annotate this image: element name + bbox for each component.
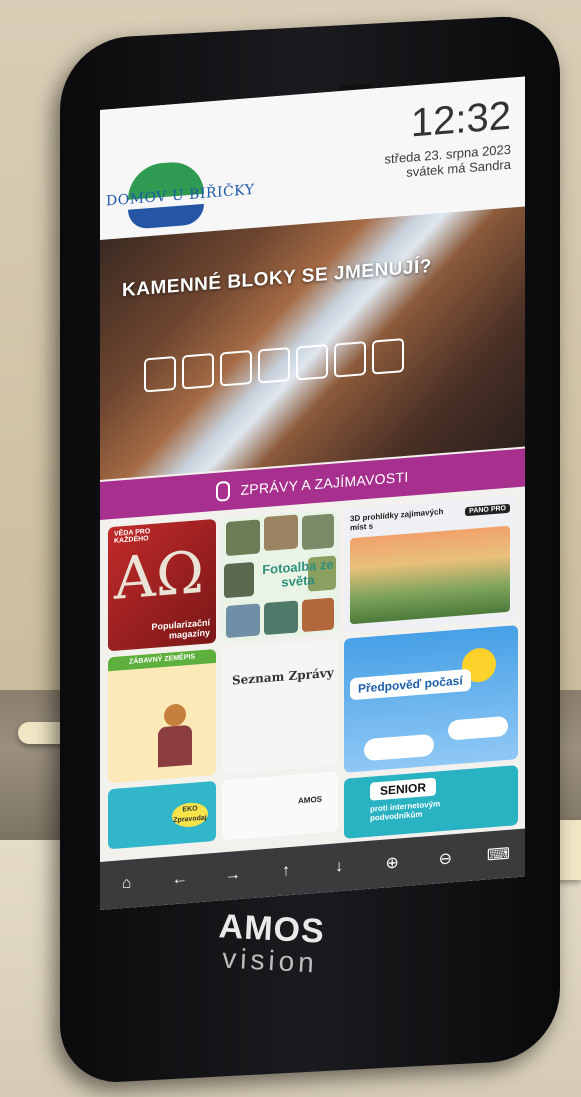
tile-label: Popularizační magazíny [151,617,210,641]
tile-zabavny-zemepis[interactable]: ZÁBAVNÝ ZEMĚPIS [108,648,216,784]
zoom-in-icon[interactable]: ⊕ [374,852,410,875]
clock-time: 12:32 [410,93,511,146]
tile-sublabel: proti internetovým podvodníkům [370,799,441,823]
kiosk-screen: DOMOV U BIŘIČKY 12:32 středa 23. srpna 2… [100,76,525,911]
photo-thumb [224,561,254,599]
brand-sub: vision [221,942,319,979]
answer-letter-box[interactable] [258,347,290,384]
tile-eko-zpravodaj[interactable]: EKO Zpravodaj [108,780,216,850]
tile-predpoved-pocasi[interactable]: Předpověď počasí [344,625,518,773]
alpha-omega-icon: AΩ [114,537,204,613]
clock: 12:32 středa 23. srpna 2023 svátek má Sa… [385,93,511,182]
photo-thumb [226,519,260,557]
photo-thumb [302,597,334,633]
answer-letter-box[interactable] [220,350,252,387]
tile-fotoalba[interactable]: Fotoalba ze světa [222,509,338,643]
microphone-icon [216,480,231,502]
forward-arrow-icon[interactable]: → [215,865,251,886]
scroll-down-icon[interactable]: ↓ [321,857,357,878]
answer-letter-box[interactable] [144,356,176,393]
quiz-question: KAMENNÉ BLOKY SE JMENUJÍ? [122,255,432,302]
tile-label: ZÁBAVNÝ ZEMĚPIS [108,648,216,672]
logo-arc-blue [128,203,204,230]
tile-label: Předpověď počasí [350,668,471,701]
tile-grid: VĚDA PRO KAŽDÉHO AΩ Popularizační magazí… [108,495,520,857]
photo-thumb [264,600,298,636]
castle-image [350,525,510,625]
news-label: ZPRÁVY A ZAJÍMAVOSTI [240,468,409,498]
scroll-up-icon[interactable]: ↑ [268,861,304,882]
tile-3d-prohlidky[interactable]: 3D prohlídky zajímavých míst s PANO PRO [344,495,518,633]
panopro-badge: PANO PRO [465,503,510,517]
tile-senior[interactable]: SENIOR proti internetovým podvodníkům [344,765,518,839]
tile-label: Seznam Zprávy [232,665,334,688]
character-body [158,724,192,768]
photo-thumb [264,514,298,552]
tile-amos[interactable]: AMOS [222,771,338,841]
answer-letter-box[interactable] [334,341,366,378]
cloud-icon [364,733,434,762]
tile-label: AMOS [298,794,322,806]
tile-label: SENIOR [370,777,437,801]
answer-letter-box[interactable] [182,353,214,390]
home-icon[interactable]: ⌂ [109,873,145,894]
answer-letter-box[interactable] [372,338,404,375]
back-arrow-icon[interactable]: ← [162,869,198,890]
keyboard-icon[interactable]: ⌨ [480,843,516,866]
quiz-panel[interactable]: KAMENNÉ BLOKY SE JMENUJÍ? [100,206,525,481]
answer-letter-box[interactable] [296,344,328,381]
tile-label: EKO Zpravodaj [172,801,208,829]
cloud-icon [448,715,508,741]
tile-popularizacni-magaziny[interactable]: VĚDA PRO KAŽDÉHO AΩ Popularizační magazí… [108,518,216,652]
photo-thumb [302,513,334,551]
device-brand: AMOS vision [216,907,326,979]
tile-seznam-zpravy[interactable]: Seznam Zprávy [222,639,338,775]
tile-label: 3D prohlídky zajímavých míst s [350,506,444,533]
photo-thumb [226,603,260,639]
zoom-out-icon[interactable]: ⊖ [427,847,463,870]
answer-boxes [144,338,404,393]
character-illustration [164,703,186,727]
